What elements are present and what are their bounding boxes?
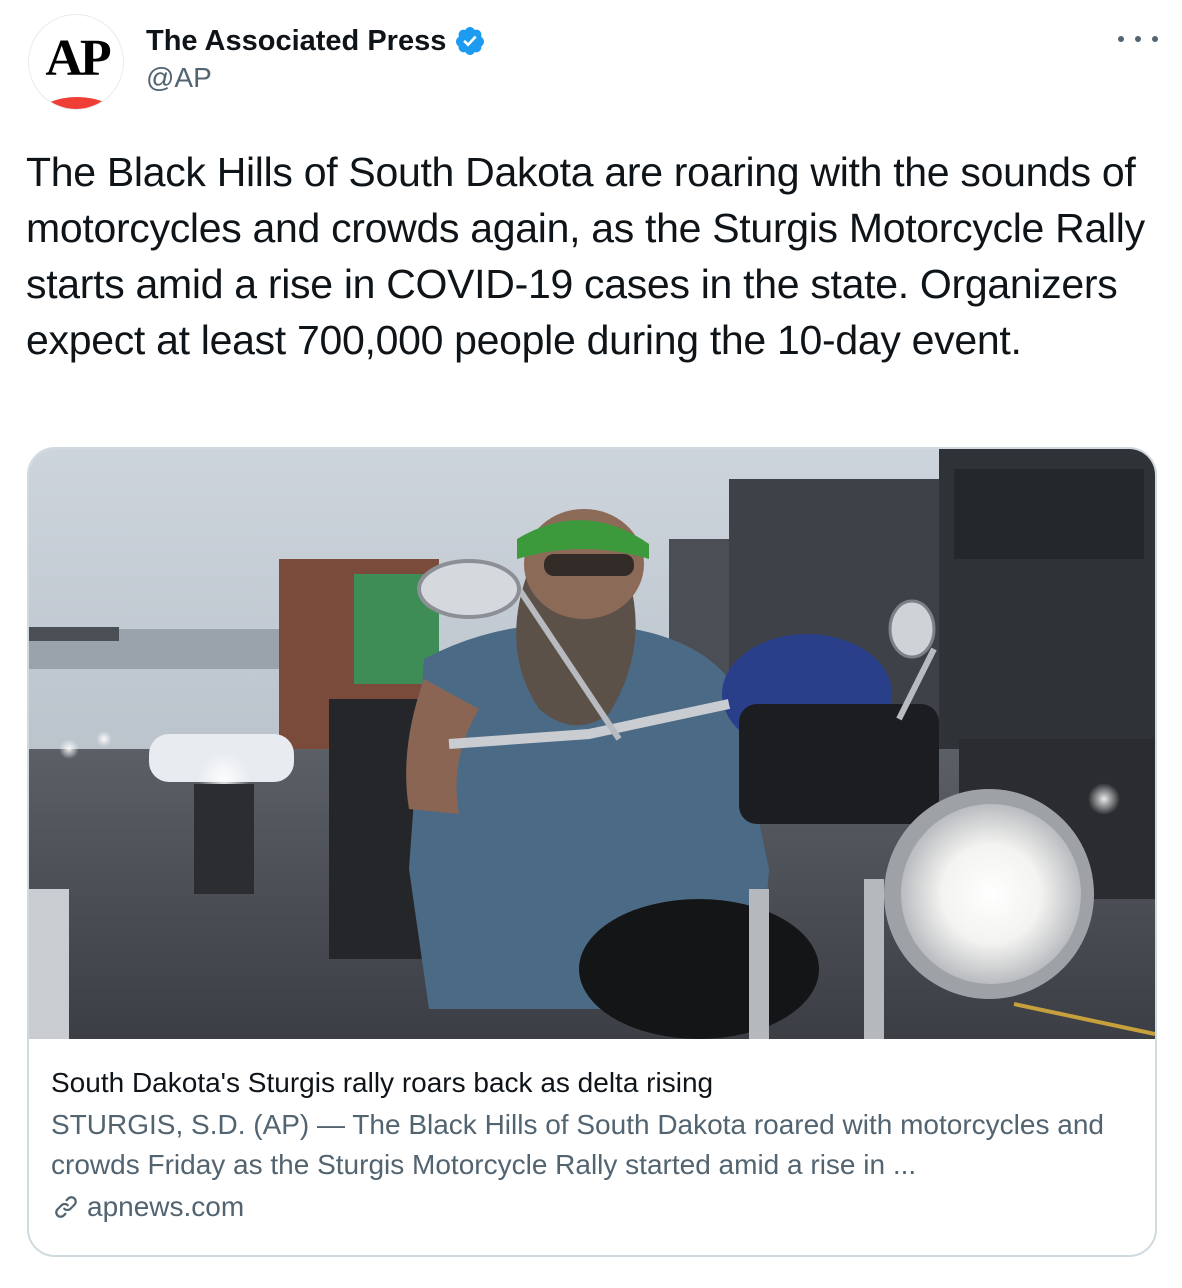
display-name[interactable]: The Associated Press [146,25,446,58]
card-image[interactable] [29,449,1155,1039]
card-title[interactable]: South Dakota's Sturgis rally roars back … [51,1063,1141,1103]
avatar[interactable]: AP [28,14,124,110]
card-domain-row[interactable]: apnews.com [51,1187,1141,1227]
dot [1118,36,1124,42]
link-card[interactable]: South Dakota's Sturgis rally roars back … [27,447,1157,1257]
motorcycle-photo [29,449,1155,1039]
card-body: South Dakota's Sturgis rally roars back … [51,1063,1141,1227]
tweet-header: AP The Associated Press @AP [28,14,1158,114]
card-description: STURGIS, S.D. (AP) — The Black Hills of … [51,1109,1104,1180]
display-name-row: The Associated Press [146,22,486,60]
author-names: The Associated Press @AP [146,22,486,94]
dot [1135,36,1141,42]
verified-badge-icon [456,27,485,55]
dot [1152,36,1158,42]
handle[interactable]: @AP [146,62,486,94]
more-horizontal-icon[interactable] [1118,24,1158,54]
avatar-red-bar [37,97,117,109]
tweet-text: The Black Hills of South Dakota are roar… [26,149,1145,363]
card-domain: apnews.com [87,1191,245,1222]
avatar-logo-text: AP [45,30,111,87]
link-icon [55,1196,77,1218]
